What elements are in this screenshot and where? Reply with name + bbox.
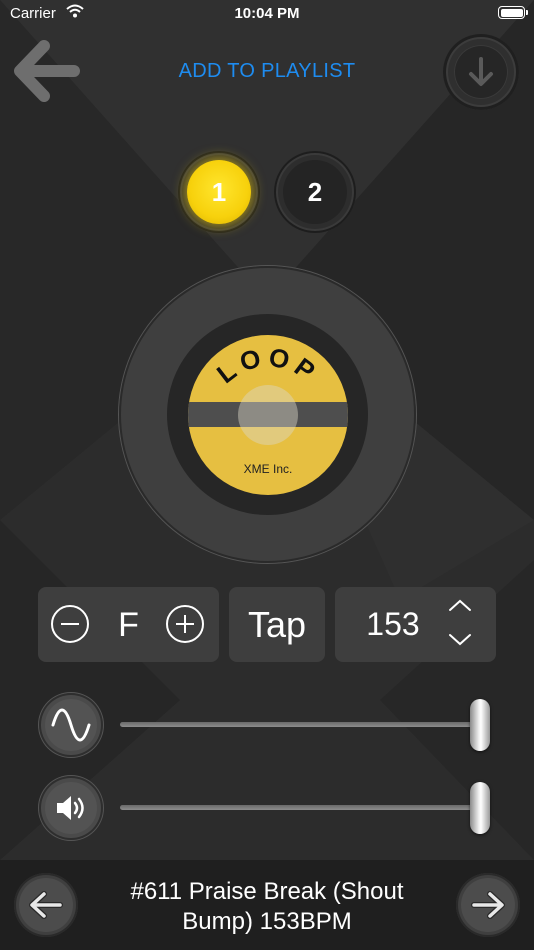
tab-2-label: 2: [283, 160, 347, 224]
volume-slider-button-face: [45, 782, 97, 834]
tap-label: Tap: [247, 603, 307, 645]
right-arrow-icon: [471, 891, 505, 919]
speaker-icon: [57, 796, 84, 820]
tab-2[interactable]: 2: [274, 151, 356, 233]
status-time: 10:04 PM: [234, 5, 300, 22]
previous-button-face: [19, 878, 73, 932]
record-maker: XME Inc.: [243, 462, 293, 476]
download-button-face: [454, 45, 508, 99]
download-arrow-icon: [469, 57, 493, 86]
wave-slider-thumb[interactable]: [470, 699, 490, 751]
volume-slider-thumb[interactable]: [470, 782, 490, 834]
sine-wave-icon: [51, 708, 91, 742]
wave-slider-button-face: [45, 699, 97, 751]
status-bar: Carrier 10:04 PM: [0, 0, 534, 30]
previous-button[interactable]: [14, 873, 78, 937]
left-arrow-icon: [29, 891, 63, 919]
now-playing-title: #611 Praise Break (Shout Bump) 153BPM: [130, 878, 404, 935]
battery-icon: [498, 6, 528, 19]
key-minus-button[interactable]: [51, 605, 89, 643]
volume-slider-track[interactable]: [120, 805, 490, 810]
next-button[interactable]: [456, 873, 520, 937]
wave-slider-track[interactable]: [120, 722, 490, 727]
bpm-up-chevron-icon[interactable]: [447, 596, 473, 616]
back-button[interactable]: [12, 38, 80, 106]
wave-slider-button[interactable]: [39, 693, 103, 757]
record-label: LOOP XME Inc.: [188, 335, 348, 495]
now-playing-bar: #611 Praise Break (Shout Bump) 153BPM: [0, 860, 534, 950]
back-arrow-icon: [14, 40, 80, 102]
svg-text:LOOP: LOOP: [211, 342, 325, 390]
bpm-control: 153: [335, 587, 496, 662]
bpm-value: 153: [366, 606, 420, 642]
tab-1-label: 1: [187, 160, 251, 224]
loop-record[interactable]: LOOP XME Inc.: [119, 266, 416, 563]
download-button[interactable]: [443, 34, 519, 110]
key-plus-button[interactable]: [166, 605, 204, 643]
volume-slider-button[interactable]: [39, 776, 103, 840]
tap-button[interactable]: Tap: [229, 587, 325, 662]
next-button-face: [461, 878, 515, 932]
record-title: LOOP: [211, 342, 320, 390]
bpm-down-chevron-icon[interactable]: [447, 629, 473, 649]
key-control: F: [38, 587, 219, 662]
tab-1[interactable]: 1: [178, 151, 260, 233]
add-to-playlist-button[interactable]: ADD TO PLAYLIST: [179, 60, 356, 82]
